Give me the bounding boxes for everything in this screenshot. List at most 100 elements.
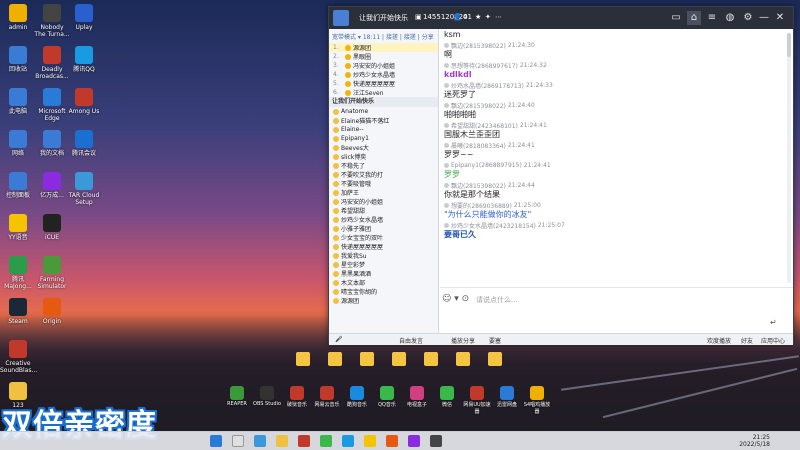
desktop-shortcut[interactable]: 腾讯QQ (66, 46, 102, 73)
folder-icon[interactable] (392, 352, 406, 366)
member-item[interactable]: 黑黑果酒酒 (329, 269, 438, 278)
desktop-shortcut[interactable]: Deadly Broadcas... (34, 46, 70, 80)
desktop-shortcut[interactable]: 迅雷网盘 (492, 386, 522, 408)
friends-button[interactable]: 好友 (741, 336, 753, 345)
free-speak-button[interactable]: 自由发言 (399, 336, 423, 345)
yy-icon[interactable] (364, 435, 376, 447)
member-item[interactable]: 星空彩梦 (329, 260, 438, 269)
fortress-button[interactable]: 要塞 (489, 336, 501, 345)
desktop-shortcut[interactable]: 腾讯MaJong... (0, 256, 36, 290)
desktop-shortcut[interactable]: admin (0, 4, 36, 31)
scroll-thumb[interactable] (787, 33, 791, 57)
folder-icon[interactable] (296, 352, 310, 366)
header-link[interactable]: 接搓 (404, 34, 416, 41)
minimize-icon[interactable]: — (757, 11, 771, 25)
desktop-shortcut[interactable]: Nobody The Turna... (34, 4, 70, 38)
desktop-shortcut[interactable]: S4唱鸡播放器 (522, 386, 552, 415)
sub-channel-item[interactable]: 3. 冯安安的小姐姐 (329, 61, 438, 70)
folder-icon[interactable] (488, 352, 502, 366)
chat-scrollbar[interactable] (787, 33, 791, 283)
member-item[interactable]: 木文本部 (329, 278, 438, 287)
mode-label[interactable]: 宽带模式 (332, 34, 356, 41)
desktop-shortcut[interactable]: Steam (0, 298, 36, 325)
member-item[interactable]: 希望甜甜 (329, 206, 438, 215)
desktop-shortcut[interactable]: 此电脑 (0, 88, 36, 115)
app-icon[interactable] (298, 435, 310, 447)
member-item[interactable]: Epipany1 (329, 134, 438, 143)
app-icon[interactable] (430, 435, 442, 447)
desktop-shortcut[interactable]: 我的文档 (34, 130, 70, 157)
desktop-shortcut[interactable]: REAPER (222, 386, 252, 407)
desktop-shortcut[interactable]: 腾讯会议 (66, 130, 102, 157)
desktop-shortcut[interactable]: 亿万成... (34, 172, 70, 199)
desktop-shortcut[interactable]: 破狱音乐 (282, 386, 312, 408)
member-item[interactable]: Elaine猫猫不落红 (329, 116, 438, 125)
message-input[interactable]: 请说点什么... (476, 295, 518, 305)
member-item[interactable]: 晴宝宝你胡的 (329, 287, 438, 296)
channel-avatar[interactable] (333, 10, 349, 26)
desktop-shortcut[interactable]: Microsoft Edge (34, 88, 70, 122)
home-icon[interactable]: ⌂ (687, 11, 701, 25)
desktop-shortcut[interactable]: 网络 (0, 130, 36, 157)
member-item[interactable]: 加萨王 (329, 188, 438, 197)
emoji-icon[interactable]: ☺ ▾ ⊙ (442, 294, 469, 304)
member-item[interactable]: 源源团 (329, 296, 438, 305)
desktop-shortcut[interactable]: 网易云音乐 (312, 386, 342, 408)
app-icon[interactable] (386, 435, 398, 447)
app-icon[interactable] (408, 435, 420, 447)
desktop-shortcut[interactable]: 微信 (432, 386, 462, 408)
start-icon[interactable] (210, 435, 222, 447)
desktop-shortcut[interactable]: iCUE (34, 214, 70, 241)
sub-channel-item[interactable]: 6. 汪江Seven (329, 88, 438, 97)
desktop-shortcut[interactable]: 酷狗音乐 (342, 386, 372, 408)
member-item[interactable]: Anatome (329, 107, 438, 116)
music-share-button[interactable]: 播放分享 (451, 336, 475, 345)
header-link[interactable]: 接搓 (386, 34, 398, 41)
settings-icon[interactable]: ⚙ (741, 11, 755, 25)
member-item[interactable]: 我爱我Su (329, 251, 438, 260)
desktop-shortcut[interactable]: OBS Studio (252, 386, 282, 407)
desktop-shortcut[interactable]: TAR Cloud Setup (66, 172, 102, 206)
desktop-shortcut[interactable]: YY语音 (0, 214, 36, 241)
app-icon[interactable] (320, 435, 332, 447)
sub-channel-item[interactable]: 4. 炒鸡少女水晶墙 (329, 70, 438, 79)
member-item[interactable]: Elaine-- (329, 125, 438, 134)
member-item[interactable]: slick博奕 (329, 152, 438, 161)
desktop-shortcut[interactable]: Origin (34, 298, 70, 325)
search-icon[interactable] (232, 435, 244, 447)
desktop-shortcut[interactable]: Uplay (66, 4, 102, 31)
group-label[interactable]: 让我们开始快乐 (329, 97, 438, 107)
message-sender[interactable]: 飘边(2815398022) (451, 41, 506, 50)
app-center-button[interactable]: 应用中心 (761, 336, 785, 345)
game-icon[interactable]: ◍ (723, 11, 737, 25)
message-sender[interactable]: Epipany1(2868897915) (451, 162, 522, 169)
header-link[interactable]: 分享 (422, 34, 434, 41)
mic-icon[interactable]: 🎤 (335, 336, 342, 343)
video-icon[interactable]: ▭ (669, 11, 683, 25)
list-icon[interactable]: ≡ (705, 11, 719, 25)
member-item[interactable]: 不要吹艾我的打 (329, 170, 438, 179)
member-item[interactable]: 炒鸡少女水晶墙 (329, 215, 438, 224)
sub-channel-item[interactable]: 1. 源源团 (329, 43, 438, 52)
desktop-shortcut[interactable]: 回收站 (0, 46, 36, 73)
desktop-shortcut[interactable]: Creative SoundBlas... (0, 340, 37, 374)
folder-icon[interactable] (360, 352, 374, 366)
desktop-shortcut[interactable]: 网易UU加速器 (462, 386, 492, 415)
desktop-shortcut[interactable]: 电视盒子 (402, 386, 432, 408)
desktop-shortcut[interactable]: 控制面板 (0, 172, 36, 199)
member-item[interactable]: 不要吸管哦 (329, 179, 438, 188)
desktop-shortcut[interactable]: QQ音乐 (372, 386, 402, 408)
play-button[interactable]: 欢度播放 (707, 336, 731, 345)
member-item[interactable]: Beeves大 (329, 143, 438, 152)
sub-channel-item[interactable]: 5. 快递屋屋屋屋屋 (329, 79, 438, 88)
member-item[interactable]: 小雅子雅团 (329, 224, 438, 233)
member-item[interactable]: 不稳先了 (329, 161, 438, 170)
member-item[interactable]: 快递屋屋屋屋屋 (329, 242, 438, 251)
favorite-icon[interactable]: ★ (475, 13, 481, 21)
clock[interactable]: 21:25 2022/5/18 (739, 434, 770, 448)
sub-channel-item[interactable]: 2. 黑眼圈 (329, 52, 438, 61)
browser-icon[interactable] (254, 435, 266, 447)
desktop-shortcut[interactable]: Among Us (66, 88, 102, 115)
folder-icon[interactable] (456, 352, 470, 366)
folder-icon[interactable] (276, 435, 288, 447)
